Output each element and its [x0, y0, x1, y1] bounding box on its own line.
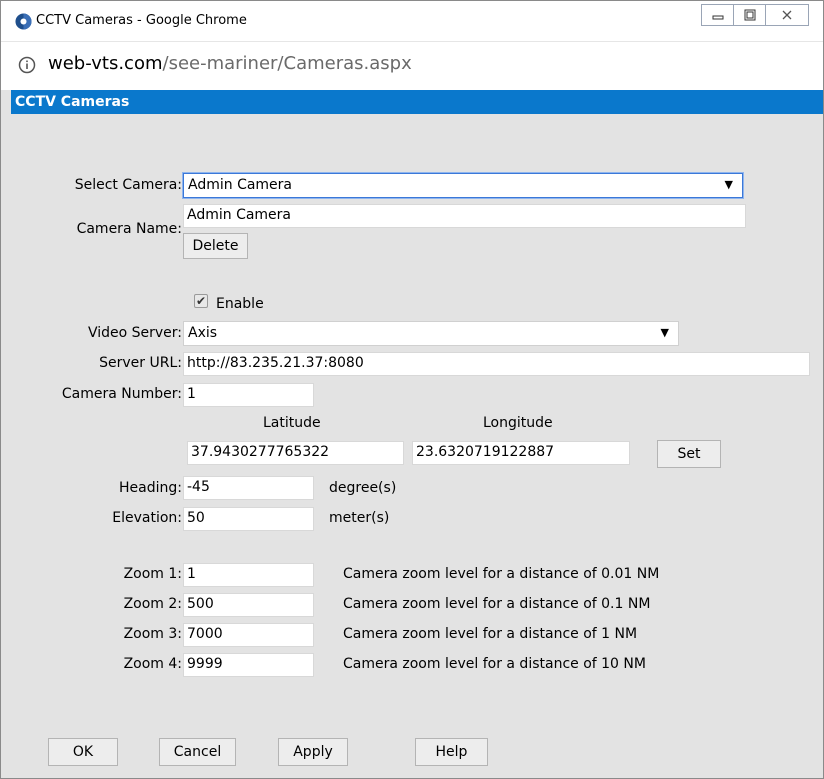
close-icon: [782, 10, 792, 20]
camera-name-field[interactable]: Admin Camera: [183, 204, 746, 228]
zoom-2-label: Zoom 2:: [123, 596, 182, 612]
apply-button[interactable]: Apply: [278, 738, 348, 766]
address-bar[interactable]: web-vts.com/see-mariner/Cameras.aspx: [1, 41, 823, 90]
select-camera-label: Select Camera:: [74, 177, 182, 193]
maximize-icon: [744, 9, 755, 21]
elevation-field[interactable]: 50: [183, 507, 314, 531]
longitude-field[interactable]: 23.6320719122887: [412, 441, 630, 465]
zoom-1-description: Camera zoom level for a distance of 0.01…: [343, 566, 660, 582]
help-button[interactable]: Help: [415, 738, 488, 766]
page-header: CCTV Cameras: [11, 90, 823, 114]
chrome-icon: [15, 13, 32, 30]
title-bar: CCTV Cameras - Google Chrome: [1, 1, 823, 41]
ok-button[interactable]: OK: [48, 738, 118, 766]
server-url-field[interactable]: http://83.235.21.37:8080: [183, 352, 810, 376]
zoom-2-description: Camera zoom level for a distance of 0.1 …: [343, 596, 651, 612]
url-path: /see-mariner/Cameras.aspx: [162, 53, 412, 74]
zoom-1-label: Zoom 1:: [123, 566, 182, 582]
zoom-4-description: Camera zoom level for a distance of 10 N…: [343, 656, 646, 672]
zoom-3-label: Zoom 3:: [123, 626, 182, 642]
info-icon[interactable]: [18, 56, 36, 74]
latitude-field[interactable]: 37.9430277765322: [187, 441, 404, 465]
camera-number-field[interactable]: 1: [183, 383, 314, 407]
latitude-label: Latitude: [263, 415, 321, 431]
camera-form: Select Camera: Admin Camera ▼ Camera Nam…: [11, 114, 823, 778]
zoom-2-field[interactable]: 500: [183, 593, 314, 617]
zoom-3-description: Camera zoom level for a distance of 1 NM: [343, 626, 638, 642]
url-domain: web-vts.com: [48, 53, 163, 74]
longitude-label: Longitude: [483, 415, 553, 431]
enable-label: Enable: [216, 296, 264, 312]
window-title: CCTV Cameras - Google Chrome: [36, 13, 247, 28]
video-server-dropdown[interactable]: Axis ▼: [183, 321, 679, 346]
close-button[interactable]: [765, 4, 809, 26]
browser-window: CCTV Cameras - Google Chrome web-vts.com…: [0, 0, 824, 779]
heading-field[interactable]: -45: [183, 476, 314, 500]
set-button[interactable]: Set: [657, 440, 721, 468]
enable-checkbox[interactable]: ✔: [194, 294, 208, 308]
zoom-4-label: Zoom 4:: [123, 656, 182, 672]
cancel-button[interactable]: Cancel: [159, 738, 236, 766]
select-camera-value: Admin Camera: [188, 177, 293, 193]
zoom-4-field[interactable]: 9999: [183, 653, 314, 677]
heading-unit: degree(s): [329, 480, 397, 496]
elevation-unit: meter(s): [329, 510, 390, 526]
dropdown-arrow-icon: ▼: [660, 326, 669, 339]
select-camera-dropdown[interactable]: Admin Camera ▼: [183, 173, 743, 198]
heading-label: Heading:: [119, 480, 182, 496]
zoom-1-field[interactable]: 1: [183, 563, 314, 587]
zoom-3-field[interactable]: 7000: [183, 623, 314, 647]
dropdown-arrow-icon: ▼: [724, 178, 733, 191]
minimize-icon: [712, 15, 723, 20]
camera-number-label: Camera Number:: [61, 386, 182, 402]
maximize-button[interactable]: [733, 4, 766, 26]
delete-button[interactable]: Delete: [183, 233, 248, 259]
video-server-value: Axis: [188, 325, 218, 341]
elevation-label: Elevation:: [112, 510, 182, 526]
minimize-button[interactable]: [701, 4, 734, 26]
window-controls: [701, 4, 809, 26]
server-url-label: Server URL:: [99, 355, 182, 371]
camera-name-label: Camera Name:: [76, 221, 182, 237]
video-server-label: Video Server:: [87, 325, 182, 341]
url-text[interactable]: web-vts.com/see-mariner/Cameras.aspx: [48, 53, 412, 74]
